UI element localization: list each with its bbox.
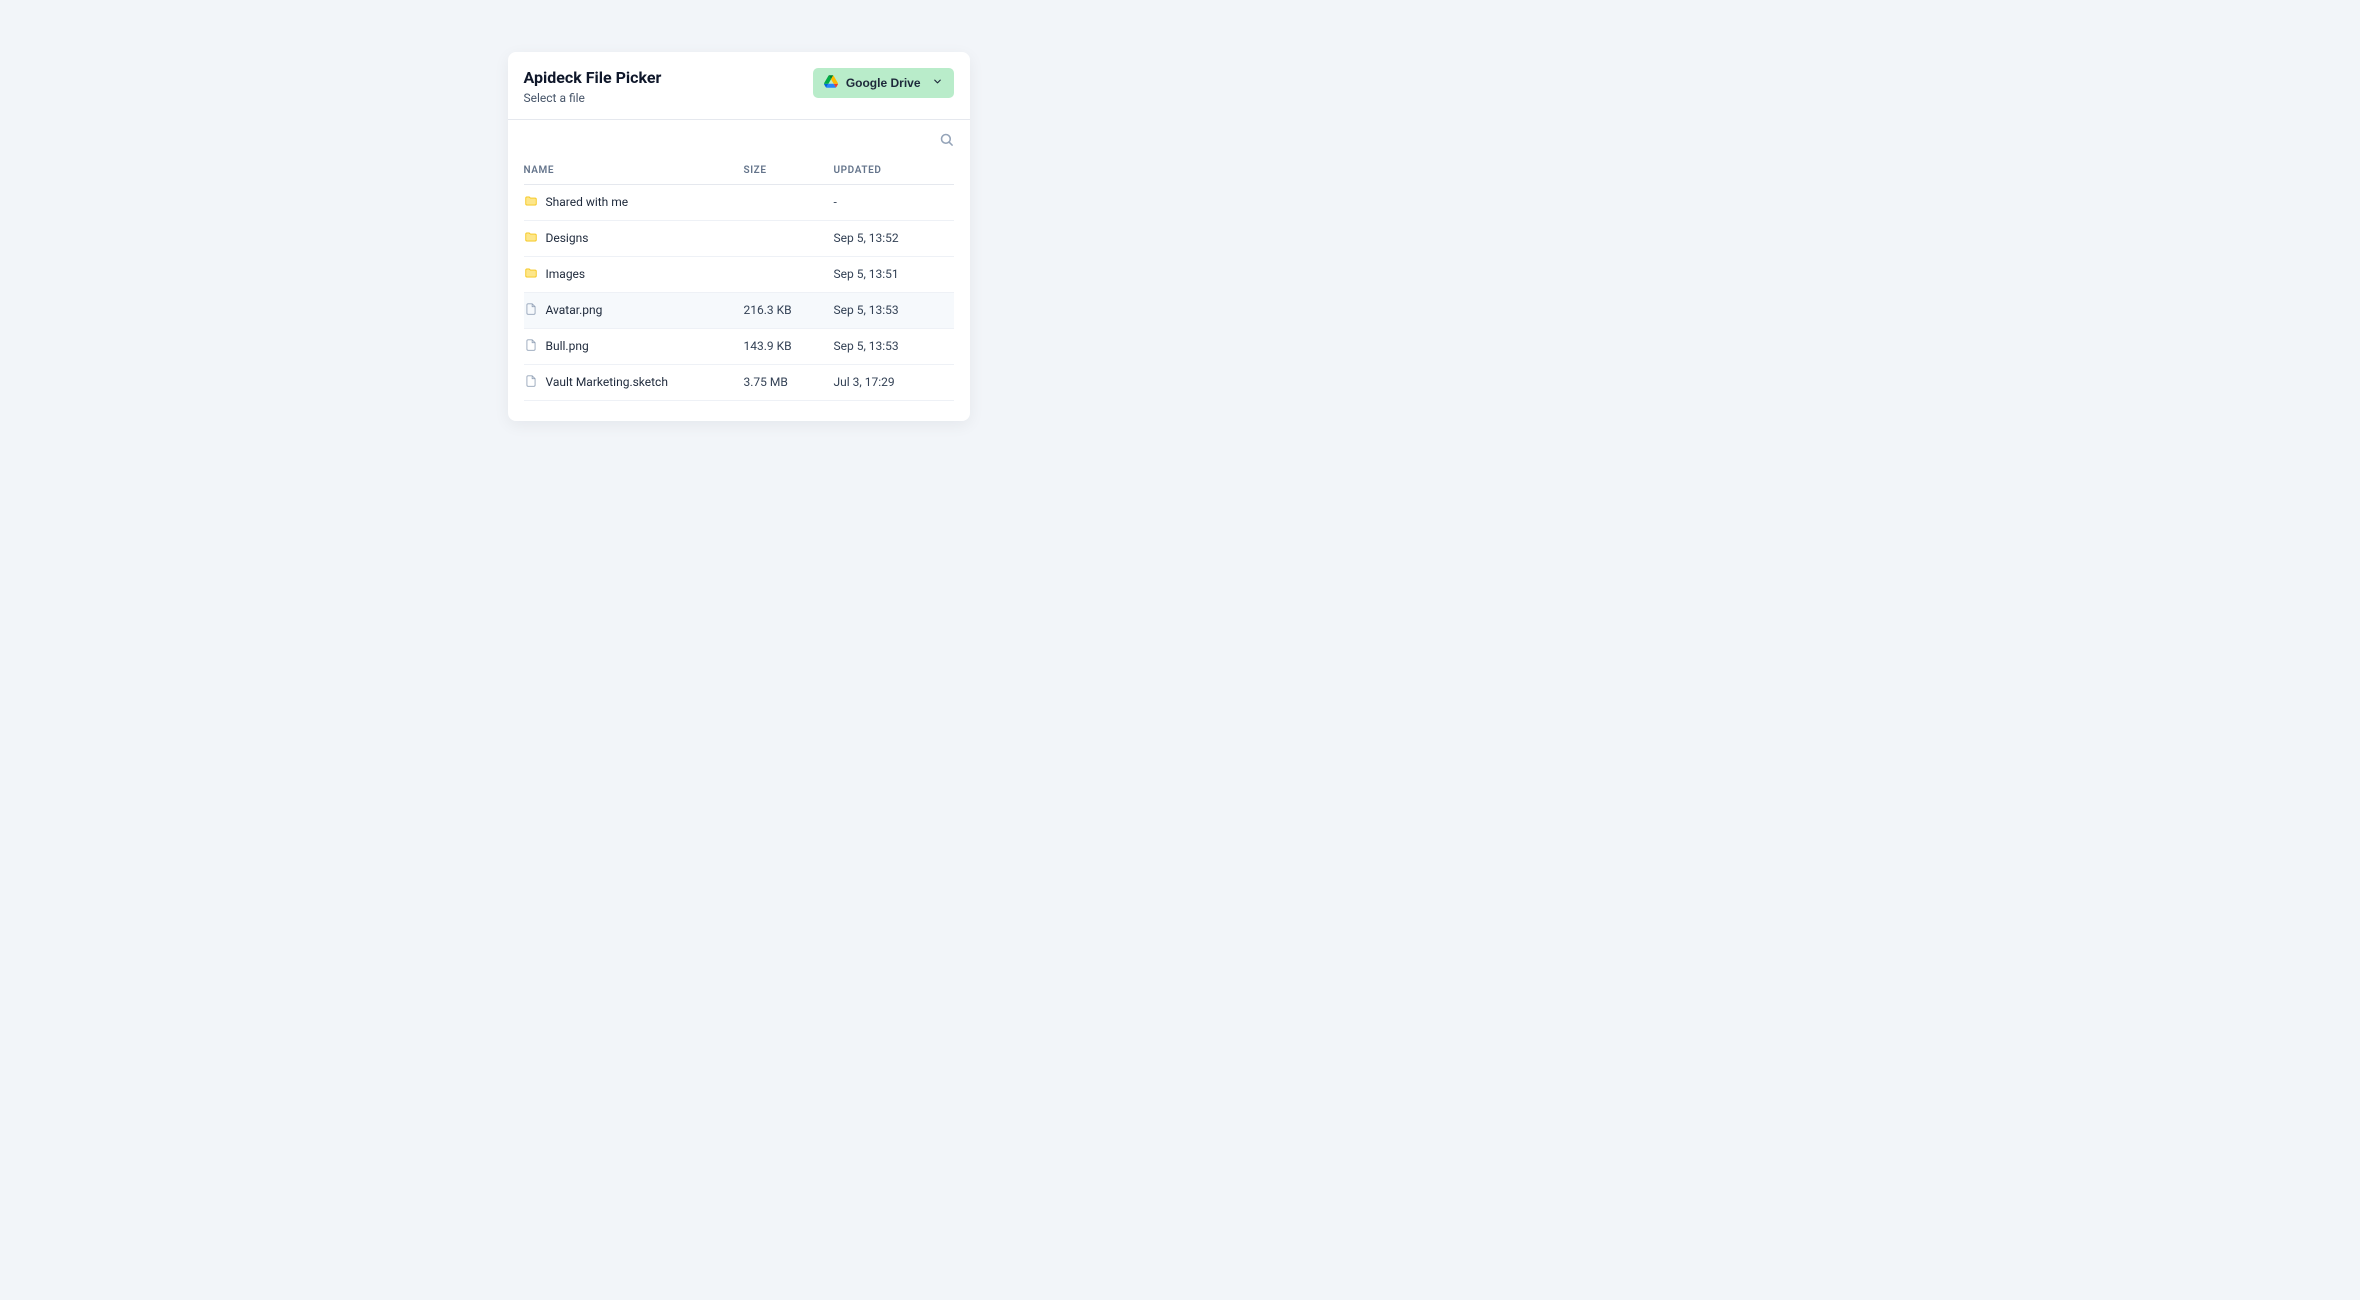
table-row[interactable]: Vault Marketing.sketch 3.75 MBJul 3, 17:2… xyxy=(524,365,954,401)
file-table: NAME SIZE UPDATED Shared with me - Designs… xyxy=(524,157,954,401)
name-cell: Bull.png xyxy=(524,338,744,355)
col-updated: UPDATED xyxy=(834,165,954,176)
file-size: 216.3 KB xyxy=(744,303,834,317)
file-updated: Sep 5, 13:53 xyxy=(834,303,954,317)
provider-select-button[interactable]: Google Drive xyxy=(813,68,954,98)
search-icon[interactable] xyxy=(939,132,954,151)
table-header: NAME SIZE UPDATED xyxy=(524,157,954,185)
name-cell: Shared with me xyxy=(524,194,744,211)
file-updated: Sep 5, 13:51 xyxy=(834,267,954,281)
file-icon xyxy=(524,374,538,391)
table-row[interactable]: Designs Sep 5, 13:52 xyxy=(524,221,954,257)
google-drive-icon xyxy=(824,75,838,91)
modal-title: Apideck File Picker xyxy=(524,68,662,89)
col-size: SIZE xyxy=(744,165,834,176)
file-icon xyxy=(524,338,538,355)
file-updated: Jul 3, 17:29 xyxy=(834,375,954,389)
folder-icon xyxy=(524,230,538,247)
table-row[interactable]: Images Sep 5, 13:51 xyxy=(524,257,954,293)
modal-header: Apideck File Picker Select a file Google… xyxy=(508,52,970,120)
folder-icon xyxy=(524,194,538,211)
name-cell: Avatar.png xyxy=(524,302,744,319)
file-size: 3.75 MB xyxy=(744,375,834,389)
table-body: Shared with me - Designs Sep 5, 13:52 Images… xyxy=(524,185,954,401)
file-name: Bull.png xyxy=(546,339,589,353)
table-row[interactable]: Shared with me - xyxy=(524,185,954,221)
file-name: Vault Marketing.sketch xyxy=(546,375,668,389)
file-picker-modal: Apideck File Picker Select a file Google… xyxy=(508,52,970,421)
file-name: Shared with me xyxy=(546,195,629,209)
name-cell: Designs xyxy=(524,230,744,247)
col-name: NAME xyxy=(524,165,744,176)
file-name: Avatar.png xyxy=(546,303,603,317)
file-size: 143.9 KB xyxy=(744,339,834,353)
folder-icon xyxy=(524,266,538,283)
file-updated: Sep 5, 13:52 xyxy=(834,231,954,245)
modal-subtitle: Select a file xyxy=(524,91,662,105)
name-cell: Vault Marketing.sketch xyxy=(524,374,744,391)
file-updated: - xyxy=(834,195,954,209)
file-name: Images xyxy=(546,267,586,281)
table-row[interactable]: Avatar.png 216.3 KBSep 5, 13:53 xyxy=(524,293,954,329)
table-row[interactable]: Bull.png 143.9 KBSep 5, 13:53 xyxy=(524,329,954,365)
file-name: Designs xyxy=(546,231,589,245)
chevron-down-icon xyxy=(932,76,943,90)
toolbar xyxy=(508,120,970,157)
file-icon xyxy=(524,302,538,319)
name-cell: Images xyxy=(524,266,744,283)
file-updated: Sep 5, 13:53 xyxy=(834,339,954,353)
provider-label: Google Drive xyxy=(846,76,921,90)
header-titles: Apideck File Picker Select a file xyxy=(524,68,662,105)
